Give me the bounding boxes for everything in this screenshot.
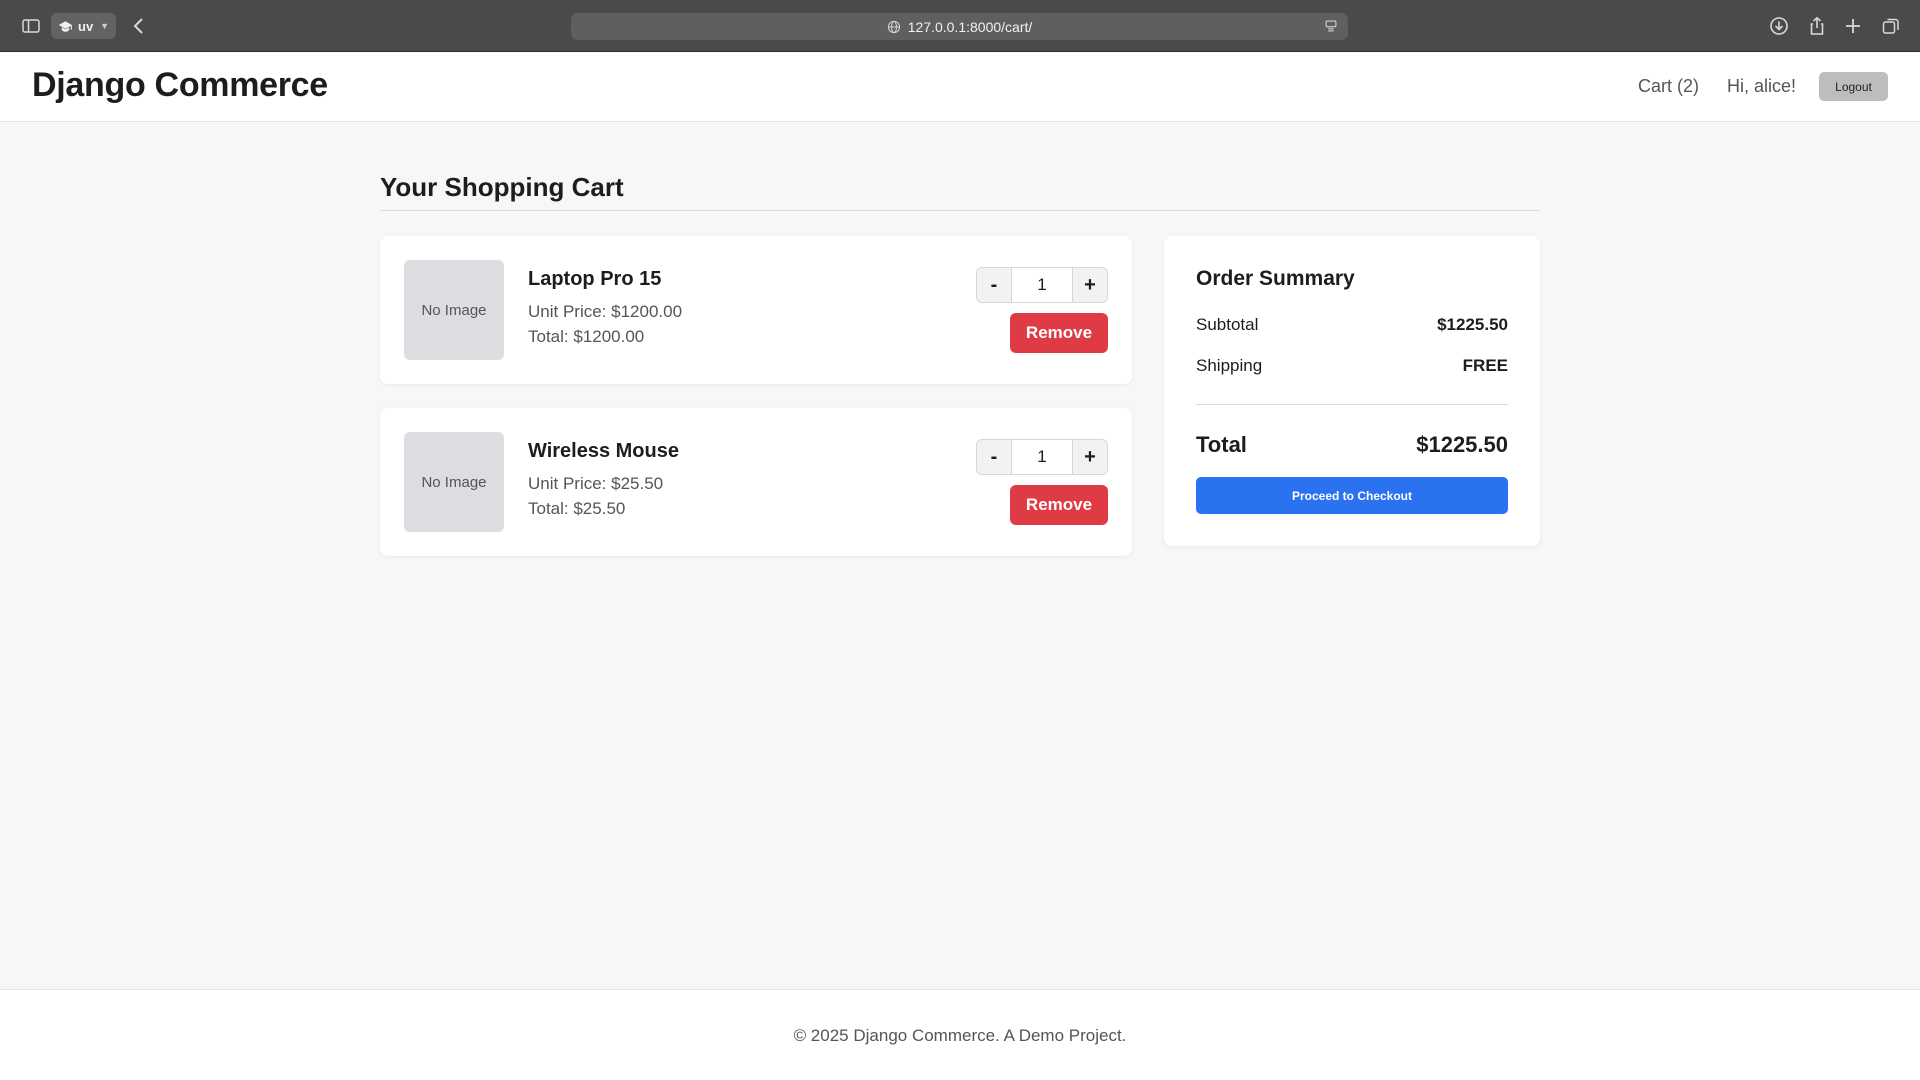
reader-mode-icon[interactable]: [1324, 19, 1338, 33]
chevron-down-icon: ▼: [100, 21, 110, 31]
graduation-cap-icon: [58, 20, 72, 32]
decrease-quantity-button[interactable]: -: [977, 440, 1012, 474]
shipping-value: FREE: [1462, 356, 1508, 375]
tab-group-label: uv: [78, 18, 94, 34]
line-total: Total: $25.50: [528, 499, 626, 518]
brand-logo[interactable]: Django Commerce: [32, 66, 328, 105]
cart-item-card: No Image Laptop Pro 15 Unit Price: $1200…: [380, 236, 1132, 384]
cart-link[interactable]: Cart (2): [1638, 76, 1699, 97]
subtotal-label: Subtotal: [1196, 315, 1259, 334]
product-name: Wireless Mouse: [528, 440, 679, 462]
sidebar-toggle-icon[interactable]: [18, 13, 44, 39]
order-summary-title: Order Summary: [1196, 267, 1355, 290]
subtotal-value: $1225.50: [1437, 315, 1508, 334]
page-title: Your Shopping Cart: [380, 172, 624, 202]
increase-quantity-button[interactable]: +: [1072, 268, 1107, 302]
quantity-stepper: - 1 +: [976, 267, 1108, 303]
decrease-quantity-button[interactable]: -: [977, 268, 1012, 302]
user-greeting: Hi, alice!: [1727, 76, 1797, 96]
logout-button[interactable]: Logout: [1819, 72, 1888, 101]
cart-item-card: No Image Wireless Mouse Unit Price: $25.…: [380, 408, 1132, 556]
total-row: Total $1225.50: [1196, 432, 1508, 458]
downloads-icon[interactable]: [1766, 13, 1792, 39]
order-summary-card: Order Summary Subtotal $1225.50 Shipping…: [1164, 236, 1540, 546]
unit-price: Unit Price: $1200.00: [528, 302, 683, 321]
shipping-row: Shipping FREE: [1196, 356, 1508, 376]
shipping-label: Shipping: [1196, 356, 1263, 375]
product-name: Laptop Pro 15: [528, 268, 662, 290]
quantity-stepper: - 1 +: [976, 439, 1108, 475]
remove-button[interactable]: Remove: [1010, 485, 1108, 525]
summary-divider: [1196, 404, 1508, 405]
browser-toolbar: uv ▼ 127.0.0.1:8000/cart/: [0, 0, 1920, 52]
total-label: Total: [1196, 432, 1247, 457]
proceed-to-checkout-button[interactable]: Proceed to Checkout: [1196, 477, 1508, 514]
back-icon[interactable]: [126, 13, 152, 39]
address-bar[interactable]: 127.0.0.1:8000/cart/: [571, 13, 1348, 40]
site-header: Django Commerce Cart (2) Hi, alice! Logo…: [0, 53, 1920, 122]
increase-quantity-button[interactable]: +: [1072, 440, 1107, 474]
remove-button[interactable]: Remove: [1010, 313, 1108, 353]
new-tab-icon[interactable]: [1840, 13, 1866, 39]
unit-price: Unit Price: $25.50: [528, 474, 664, 493]
quantity-input[interactable]: 1: [1012, 440, 1072, 474]
share-icon[interactable]: [1804, 13, 1830, 39]
tab-group-selector[interactable]: uv ▼: [51, 13, 116, 39]
url-text: 127.0.0.1:8000/cart/: [907, 18, 1033, 35]
tab-overview-icon[interactable]: [1878, 13, 1904, 39]
total-value: $1225.50: [1416, 432, 1508, 457]
quantity-input[interactable]: 1: [1012, 268, 1072, 302]
title-divider: [380, 210, 1540, 211]
subtotal-row: Subtotal $1225.50: [1196, 315, 1508, 335]
line-total: Total: $1200.00: [528, 327, 645, 346]
globe-icon: [887, 20, 900, 33]
product-image-placeholder: No Image: [404, 260, 504, 360]
footer-copyright: © 2025 Django Commerce. A Demo Project.: [793, 1026, 1127, 1045]
product-image-placeholder: No Image: [404, 432, 504, 532]
site-footer: © 2025 Django Commerce. A Demo Project.: [0, 989, 1920, 1080]
